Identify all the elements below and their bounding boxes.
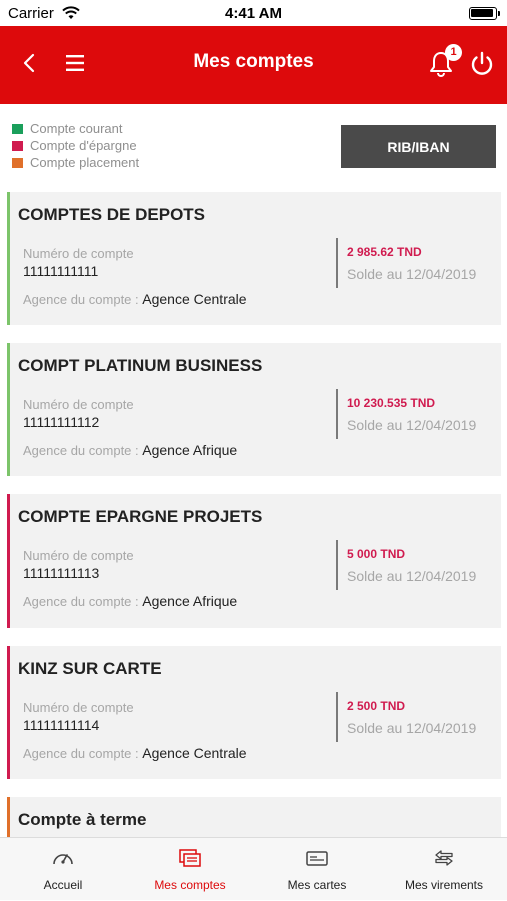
divider (336, 692, 338, 742)
legend-label: Compte placement (30, 155, 140, 170)
status-time: 4:41 AM (225, 5, 282, 22)
account-card[interactable]: COMPT PLATINUM BUSINESS Numéro de compte… (7, 343, 501, 476)
balance-date: Solde au 12/04/2019 (347, 417, 477, 433)
account-type-legend: Compte courant Compte d'épargne Compte p… (12, 120, 139, 171)
account-number-label: Numéro de compte (23, 246, 134, 261)
account-title: COMPT PLATINUM BUSINESS (18, 356, 263, 375)
divider (336, 540, 338, 590)
account-number: 11111111113 (23, 565, 100, 581)
legend-swatch (12, 123, 23, 134)
account-balance: 10 230.535 TND (347, 396, 436, 410)
account-title: COMPTES DE DEPOTS (18, 205, 206, 224)
status-bar: Carrier 4:41 AM (0, 0, 507, 26)
balance-date: Solde au 12/04/2019 (347, 568, 477, 584)
tab-label: Mes comptes (154, 878, 226, 892)
account-title: COMPTE EPARGNE PROJETS (18, 507, 263, 526)
agency-line: Agence du compte : Agence Afrique (23, 593, 237, 609)
account-number-label: Numéro de compte (23, 700, 134, 715)
battery-icon (469, 7, 500, 20)
account-number: 11111111111 (23, 263, 99, 279)
agency-name: Agence Centrale (142, 745, 247, 761)
agency-name: Agence Centrale (142, 291, 247, 307)
tab-label: Accueil (43, 878, 83, 892)
legend-label: Compte d'épargne (30, 138, 137, 153)
tab-accueil[interactable]: Accueil (0, 838, 126, 901)
legend-label: Compte courant (30, 121, 123, 136)
tab-mes-cartes[interactable]: Mes cartes (254, 838, 380, 901)
card-icon (306, 851, 328, 866)
divider (336, 389, 338, 439)
account-balance: 5 000 TND (347, 547, 406, 561)
account-card[interactable]: KINZ SUR CARTE Numéro de compte 11111111… (7, 646, 501, 779)
accounts-icon (179, 849, 201, 867)
rib-iban-button[interactable]: RIB/IBAN (341, 125, 496, 168)
legend-swatch (12, 157, 23, 168)
notification-badge: 1 (445, 44, 462, 61)
account-number: 11111111114 (23, 717, 100, 733)
legend-swatch (12, 140, 23, 151)
account-balance: 2 985.62 TND (347, 245, 422, 259)
agency-name: Agence Afrique (142, 593, 238, 609)
account-balance: 2 500 TND (347, 699, 406, 713)
balance-date: Solde au 12/04/2019 (347, 266, 477, 282)
balance-date: Solde au 12/04/2019 (347, 720, 477, 736)
account-number-label: Numéro de compte (23, 548, 134, 563)
bottom-tab-bar: Accueil Mes comptes Mes cartes Mes virem… (0, 837, 507, 900)
account-title: Compte à terme (18, 810, 147, 829)
legend-item-courant: Compte courant (12, 120, 139, 137)
tab-mes-virements[interactable]: Mes virements (381, 838, 507, 901)
agency-label: Agence du compte : (23, 292, 143, 307)
agency-line: Agence du compte : Agence Centrale (23, 291, 247, 307)
tab-mes-comptes[interactable]: Mes comptes (127, 838, 253, 901)
legend-item-placement: Compte placement (12, 154, 139, 171)
account-card[interactable]: COMPTES DE DEPOTS Numéro de compte 11111… (7, 192, 501, 325)
power-icon[interactable] (468, 50, 496, 78)
agency-line: Agence du compte : Agence Centrale (23, 745, 247, 761)
agency-label: Agence du compte : (23, 746, 143, 761)
gauge-icon (53, 854, 73, 865)
account-card[interactable]: COMPTE EPARGNE PROJETS Numéro de compte … (7, 494, 501, 628)
agency-line: Agence du compte : Agence Afrique (23, 442, 237, 458)
legend-item-epargne: Compte d'épargne (12, 137, 139, 154)
agency-label: Agence du compte : (23, 594, 143, 609)
app-header: Mes comptes 1 (0, 26, 507, 104)
tab-label: Mes cartes (287, 878, 347, 892)
account-title: KINZ SUR CARTE (18, 659, 162, 678)
agency-name: Agence Afrique (142, 442, 238, 458)
account-number-label: Numéro de compte (23, 397, 134, 412)
divider (336, 238, 338, 288)
transfer-icon (435, 850, 453, 866)
tab-label: Mes virements (404, 878, 484, 892)
account-number: 11111111112 (23, 414, 100, 430)
agency-label: Agence du compte : (23, 443, 143, 458)
